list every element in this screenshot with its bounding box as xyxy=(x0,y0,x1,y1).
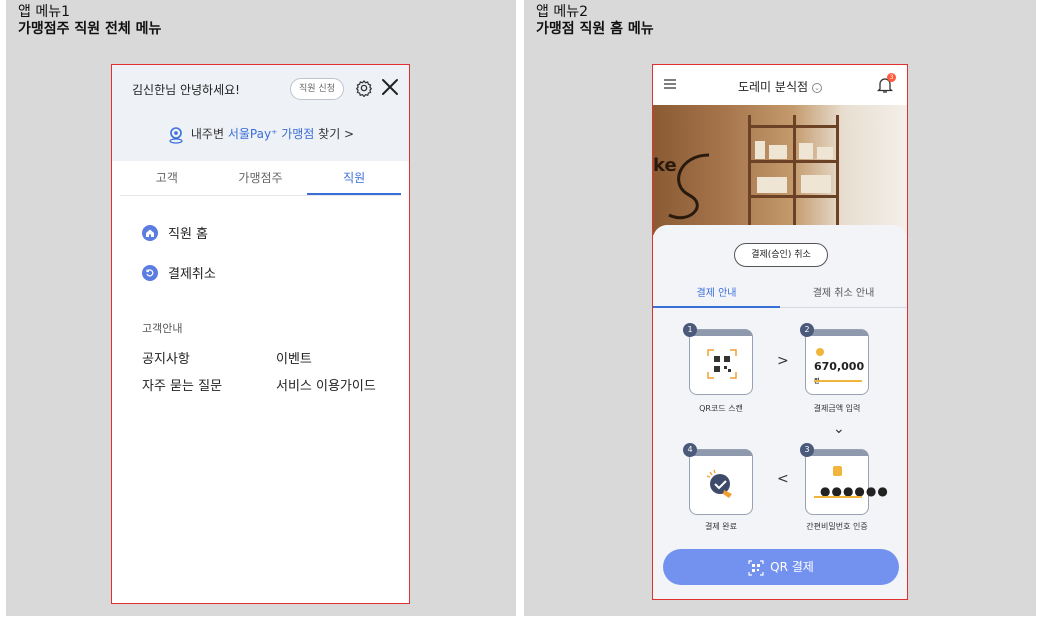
staff-request-button[interactable]: 직원 신청 xyxy=(290,78,344,100)
right-panel: 앱 메뉴2 가맹점 직원 홈 메뉴 도레미 분식점 ⌄ 3 ke 결제(승인) … xyxy=(524,0,1036,616)
step-label: 결제금액 입력 xyxy=(813,404,861,413)
panel-title: 앱 메뉴1 xyxy=(18,4,70,20)
left-panel: 앱 메뉴1 가맹점주 직원 전체 메뉴 김신한님 안녕하세요! 직원 신청 내주… xyxy=(6,0,516,616)
panel-subtitle: 가맹점주 직원 전체 메뉴 xyxy=(18,21,162,37)
amount-number: 670,000 xyxy=(814,360,865,373)
link-notice[interactable]: 공지사항 xyxy=(142,348,190,367)
step-number: 2 xyxy=(800,323,814,337)
store-name: 도레미 분식점 xyxy=(737,80,809,94)
menu-item-label: 결제취소 xyxy=(168,267,216,282)
lock-icon xyxy=(833,466,842,476)
location-pin-icon xyxy=(169,126,183,144)
staff-home-screen: 도레미 분식점 ⌄ 3 ke 결제(승인) 취소 결제 안내 결제 취소 안내 … xyxy=(652,64,908,600)
chevron-down-icon: ⌄ xyxy=(812,82,823,93)
finder-prefix: 내주변 xyxy=(190,127,228,141)
tab-divider xyxy=(120,195,401,196)
step-number: 1 xyxy=(683,323,697,337)
amount-value: 670,000원 xyxy=(814,360,868,386)
menu-item-staff-home[interactable]: 직원 홈 xyxy=(142,223,208,242)
check-complete-icon xyxy=(706,469,732,498)
menu-tabs: 고객 가맹점주 직원 xyxy=(112,161,409,195)
finder-highlight: 서울Pay⁺ 가맹점 xyxy=(227,127,315,141)
home-icon xyxy=(142,224,158,241)
finder-suffix: 찾기 > xyxy=(314,127,355,141)
panel-title: 앱 메뉴2 xyxy=(536,4,588,20)
payment-cancel-button[interactable]: 결제(승인) 취소 xyxy=(734,243,828,267)
link-service-guide[interactable]: 서비스 이용가이드 xyxy=(276,375,376,394)
step-number: 4 xyxy=(683,443,697,457)
step-qr-scan xyxy=(689,329,753,395)
gear-icon[interactable] xyxy=(355,79,373,97)
step-number: 3 xyxy=(800,443,814,457)
guide-tabs: 결제 안내 결제 취소 안내 xyxy=(653,280,907,308)
arrow-right-icon: > xyxy=(777,353,789,369)
store-photo: ke xyxy=(653,105,907,235)
tab-cancel-guide[interactable]: 결제 취소 안내 xyxy=(780,280,907,308)
coin-icon xyxy=(816,348,824,356)
close-icon[interactable] xyxy=(380,77,400,97)
store-selector[interactable]: 도레미 분식점 ⌄ xyxy=(653,78,907,95)
arrow-left-icon: < xyxy=(777,471,789,487)
arrow-down-icon: ⌄ xyxy=(833,421,845,437)
qr-scan-icon xyxy=(707,349,737,379)
step-label: 간편비밀번호 인증 xyxy=(806,522,868,531)
tab-customer[interactable]: 고객 xyxy=(120,161,214,195)
link-faq[interactable]: 자주 묻는 질문 xyxy=(142,375,222,394)
full-menu-screen: 김신한님 안녕하세요! 직원 신청 내주변 서울Pay⁺ 가맹점 찾기 > 고객… xyxy=(111,64,410,604)
tab-payment-guide[interactable]: 결제 안내 xyxy=(653,280,780,308)
menu-item-payment-cancel[interactable]: 결제취소 xyxy=(142,263,216,282)
notification-badge: 3 xyxy=(887,73,896,82)
step-label: 결제 완료 xyxy=(705,522,737,531)
qr-button-label: QR 결제 xyxy=(770,560,814,574)
step-amount-input: 670,000원 xyxy=(805,329,869,395)
store-finder-link[interactable]: 내주변 서울Pay⁺ 가맹점 찾기 > xyxy=(112,125,409,144)
payment-cancel-icon xyxy=(142,264,158,281)
qr-payment-button[interactable]: QR 결제 xyxy=(663,549,899,585)
tab-staff[interactable]: 직원 xyxy=(307,161,402,195)
qr-code-icon xyxy=(748,559,764,576)
panel-subtitle: 가맹점 직원 홈 메뉴 xyxy=(536,21,654,37)
tab-owner[interactable]: 가맹점주 xyxy=(214,161,308,195)
step-label: QR코드 스캔 xyxy=(699,404,743,413)
link-event[interactable]: 이벤트 xyxy=(276,348,312,367)
greeting-text: 김신한님 안녕하세요! xyxy=(132,83,240,97)
step-password-auth: ●●●●●● xyxy=(805,449,888,515)
section-label: 고객안내 xyxy=(142,322,183,335)
step-payment-complete xyxy=(689,449,753,515)
menu-item-label: 직원 홈 xyxy=(168,227,209,242)
